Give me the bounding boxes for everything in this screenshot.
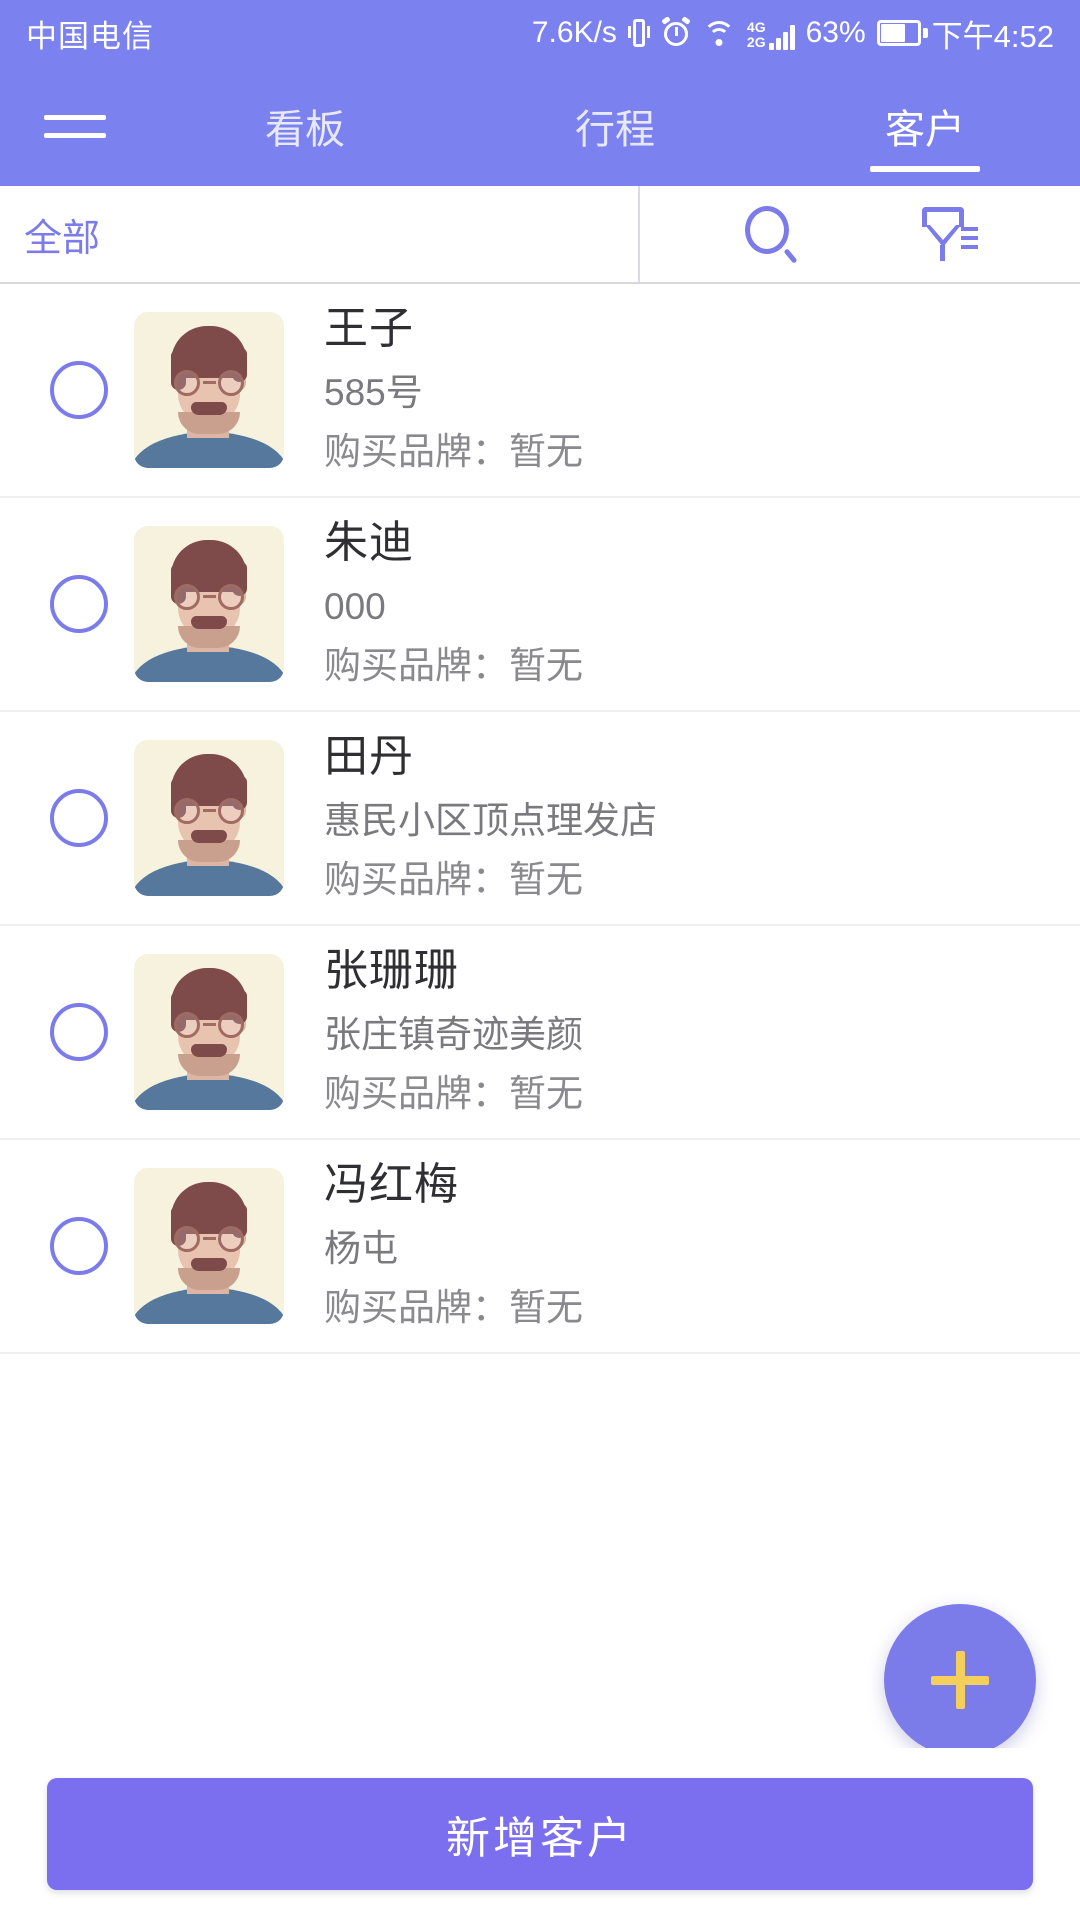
vibrate-icon — [627, 17, 650, 49]
customer-brand: 购买品牌：暂无 — [324, 1287, 583, 1329]
row-checkbox[interactable] — [24, 575, 134, 633]
customer-name: 王子 — [324, 304, 414, 354]
hamburger-menu-icon[interactable] — [0, 66, 150, 186]
customer-brand: 购买品牌：暂无 — [324, 431, 583, 473]
customer-detail: 张庄镇奇迹美颜 — [324, 1013, 583, 1055]
customer-brand: 购买品牌：暂无 — [324, 859, 583, 901]
search-icon[interactable] — [743, 206, 798, 264]
filter-select-label: 全部 — [24, 217, 101, 260]
row-info: 冯红梅 杨屯 购买品牌：暂无 — [324, 1156, 583, 1335]
customer-name: 朱迪 — [324, 518, 414, 568]
avatar — [134, 954, 284, 1110]
wifi-icon — [702, 20, 736, 46]
plus-icon — [931, 1651, 989, 1709]
customer-name: 田丹 — [324, 732, 414, 782]
tab-underline — [870, 166, 980, 172]
customer-brand: 购买品牌：暂无 — [324, 645, 583, 687]
customer-name: 冯红梅 — [324, 1160, 459, 1210]
carrier-label: 中国电信 — [26, 18, 154, 54]
table-row[interactable]: 王子 585号 购买品牌：暂无 — [0, 284, 1080, 498]
filter-funnel-icon[interactable] — [921, 205, 978, 263]
avatar — [134, 526, 284, 682]
tab-customers[interactable]: 客户 — [770, 66, 1080, 186]
table-row[interactable]: 冯红梅 杨屯 购买品牌：暂无 — [0, 1140, 1080, 1354]
filter-bar: 全部 — [0, 186, 1080, 284]
row-info: 田丹 惠民小区顶点理发店 购买品牌：暂无 — [324, 728, 657, 907]
row-checkbox[interactable] — [24, 1217, 134, 1275]
row-checkbox[interactable] — [24, 1003, 134, 1061]
tab-trips[interactable]: 行程 — [460, 66, 770, 186]
row-checkbox[interactable] — [24, 789, 134, 847]
signal-icon: 4G 2G — [747, 16, 795, 50]
customer-name: 张珊珊 — [324, 946, 459, 996]
bottom-bar: 新增客户 — [0, 1748, 1080, 1920]
alarm-icon — [661, 16, 691, 48]
customer-detail: 000 — [324, 585, 386, 627]
battery-percent-label: 63% — [805, 16, 866, 49]
tab-customers-label: 客户 — [885, 108, 965, 152]
table-row[interactable]: 张珊珊 张庄镇奇迹美颜 购买品牌：暂无 — [0, 926, 1080, 1140]
tab-kanban[interactable]: 看板 — [150, 66, 460, 186]
filter-select[interactable]: 全部 — [0, 186, 640, 282]
table-row[interactable]: 朱迪 000 购买品牌：暂无 — [0, 498, 1080, 712]
app-bar: 看板 行程 客户 — [0, 66, 1080, 186]
table-row[interactable]: 田丹 惠民小区顶点理发店 购买品牌：暂无 — [0, 712, 1080, 926]
battery-icon — [876, 20, 928, 46]
customer-detail: 惠民小区顶点理发店 — [324, 799, 657, 841]
status-bar: 中国电信 7.6K/s 4G 2G 63% 下午4:52 — [0, 0, 1080, 66]
network-type-bottom: 2G — [746, 34, 766, 50]
tab-kanban-label: 看板 — [265, 108, 345, 152]
add-customer-fab[interactable] — [884, 1604, 1036, 1756]
network-speed-label: 7.6K/s — [531, 16, 617, 49]
row-info: 朱迪 000 购买品牌：暂无 — [324, 514, 583, 693]
avatar — [134, 312, 284, 468]
avatar — [134, 740, 284, 896]
customer-list: 王子 585号 购买品牌：暂无 朱迪 000 购买品牌：暂无 田丹 惠民小区顶点… — [0, 284, 1080, 1354]
filter-actions — [640, 186, 1080, 282]
row-checkbox[interactable] — [24, 361, 134, 419]
tab-trips-label: 行程 — [575, 108, 655, 152]
customer-brand: 购买品牌：暂无 — [324, 1073, 583, 1115]
clock-label: 下午4:52 — [931, 18, 1054, 54]
customer-detail: 杨屯 — [324, 1227, 398, 1269]
row-info: 王子 585号 购买品牌：暂无 — [324, 300, 583, 479]
add-customer-button[interactable]: 新增客户 — [47, 1778, 1033, 1890]
status-icons-group: 7.6K/s 4G 2G 63% 下午4:52 — [532, 11, 1054, 56]
customer-detail: 585号 — [324, 371, 423, 413]
network-type-top: 4G — [746, 19, 766, 35]
avatar — [134, 1168, 284, 1324]
tab-bar: 看板 行程 客户 — [150, 66, 1080, 186]
row-info: 张珊珊 张庄镇奇迹美颜 购买品牌：暂无 — [324, 942, 583, 1121]
